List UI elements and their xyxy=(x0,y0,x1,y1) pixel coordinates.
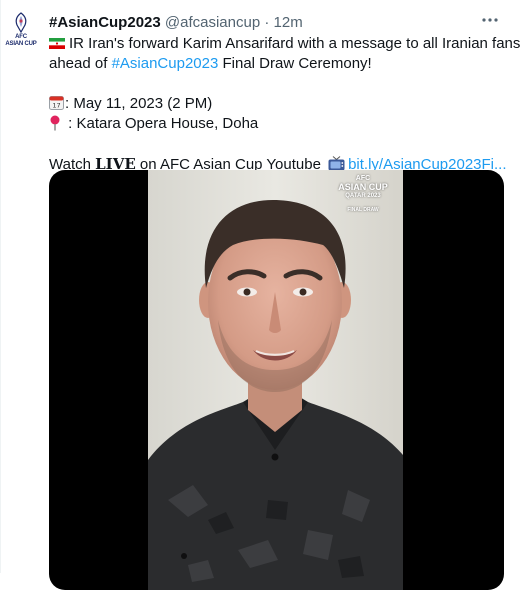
asian-cup-emblem-icon xyxy=(15,12,27,34)
tweet-card[interactable]: AFC ASIAN CUP #AsianCup2023 @afcasiancup… xyxy=(0,0,520,590)
calendar-icon: 17 xyxy=(49,96,64,110)
video-player[interactable]: AFC ASIAN CUP QATAR 2023 FINAL DRAW xyxy=(49,170,504,590)
event-date: : May 11, 2023 (2 PM) xyxy=(65,95,213,112)
overlay-logo-line3: QATAR 2023 xyxy=(345,193,381,199)
tweet-text: IR Iran's forward Karim Ansarifard with … xyxy=(49,34,520,174)
video-overlay-logo: AFC ASIAN CUP QATAR 2023 FINAL DRAW xyxy=(333,174,393,215)
more-options-button[interactable] xyxy=(478,8,502,32)
avatar-logo-line1: AFC xyxy=(15,34,27,40)
round-pushpin-icon xyxy=(50,115,60,131)
hashtag-link[interactable]: #AsianCup2023 xyxy=(112,55,219,72)
tweet-text-line2-prefix: ahead of xyxy=(49,55,112,72)
svg-text:17: 17 xyxy=(52,102,60,110)
avatar-logo-line2: ASIAN CUP xyxy=(5,41,37,47)
avatar[interactable]: AFC ASIAN CUP xyxy=(3,12,39,52)
tweet-text-line2-suffix: Final Draw Ceremony! xyxy=(218,55,372,72)
account-name[interactable]: #AsianCup2023 xyxy=(49,14,161,31)
television-icon xyxy=(328,156,345,171)
iran-flag-icon xyxy=(49,38,65,49)
event-location: : Katara Opera House, Doha xyxy=(64,115,259,132)
more-horizontal-icon xyxy=(482,18,498,22)
overlay-logo-line4: FINAL DRAW xyxy=(347,207,379,213)
tweet-text-line1: IR Iran's forward Karim Ansarifard with … xyxy=(69,35,520,52)
tweet-header: #AsianCup2023 @afcasiancup · 12m xyxy=(49,13,303,33)
account-handle[interactable]: @afcasiancup xyxy=(165,14,260,31)
video-frame[interactable]: AFC ASIAN CUP QATAR 2023 FINAL DRAW xyxy=(148,170,403,590)
video-still-person xyxy=(148,170,403,590)
tweet-timestamp[interactable]: 12m xyxy=(274,14,303,31)
overlay-logo-line2: ASIAN CUP xyxy=(338,182,388,192)
separator-dot: · xyxy=(264,14,270,31)
